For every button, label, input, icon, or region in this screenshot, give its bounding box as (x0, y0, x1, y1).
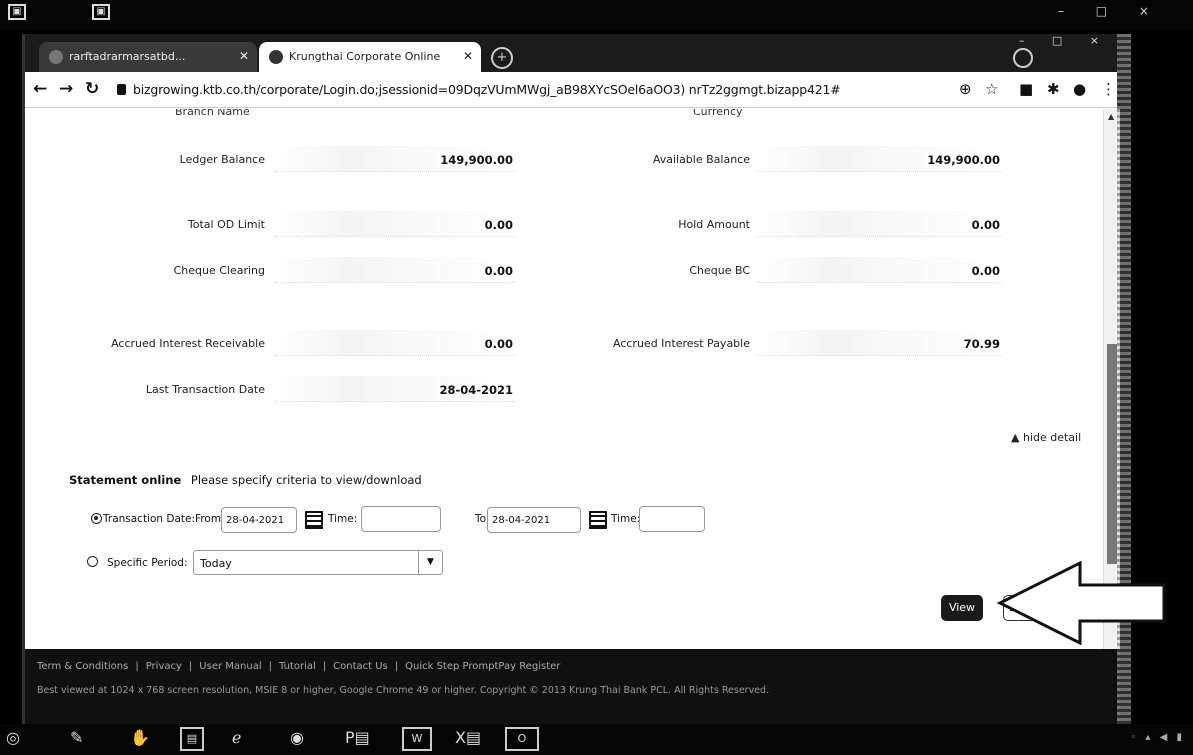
to-date-input[interactable]: 28-04-2021 (487, 507, 581, 533)
statement-header: Statement online Please specify criteria… (69, 473, 422, 487)
branch-name-label: Branch Name (175, 109, 250, 118)
lock-icon (117, 84, 126, 95)
extension-icon[interactable]: ■ (1019, 80, 1033, 98)
specific-period-radio[interactable] (87, 556, 98, 567)
scrollbar-thumb[interactable] (1107, 344, 1117, 564)
view-button[interactable]: View (941, 595, 983, 621)
zoom-icon[interactable]: ⊕ (959, 80, 972, 98)
scroll-up-icon[interactable]: ▲ (1108, 112, 1114, 121)
statement-title: Statement online (69, 473, 182, 487)
taskbar-app-icon[interactable]: ✎ (70, 728, 83, 747)
to-time-label: Time: (611, 513, 641, 525)
hold-amount-value: 0.00 (971, 218, 1000, 232)
outer-titlebar: ▣ ▣ – □ × (0, 0, 1193, 30)
tab-strip: rarftadrarmarsatbd... ✕ Krungthai Corpor… (25, 34, 1117, 72)
tab-favicon-icon (49, 50, 63, 64)
from-date-input[interactable]: 28-04-2021 (221, 507, 297, 533)
taskbar-files-icon[interactable]: ▤ (180, 727, 204, 751)
accrued-interest-payable-value: 70.99 (963, 337, 1000, 351)
browser-window: rarftadrarmarsatbd... ✕ Krungthai Corpor… (22, 34, 1120, 724)
hide-detail-link[interactable]: ▲ hide detail (1011, 431, 1081, 444)
profile-icon[interactable] (1013, 48, 1033, 68)
menu-icon[interactable]: ⋮ (1101, 80, 1116, 98)
from-time-input[interactable] (361, 506, 441, 532)
total-od-limit-label: Total OD Limit (187, 218, 265, 231)
accrued-interest-payable-label: Accrued Interest Payable (613, 337, 750, 350)
cheque-clearing-value: 0.00 (484, 264, 513, 278)
to-label: To (475, 513, 487, 525)
last-transaction-date-label: Last Transaction Date (145, 383, 265, 396)
footer-link-contact[interactable]: Contact Us (333, 661, 388, 672)
caret-up-icon: ▲ (1011, 431, 1023, 444)
browser-window-controls[interactable]: – □ × (1019, 34, 1111, 47)
ledger-balance-value: 149,900.00 (440, 153, 513, 167)
close-tab-icon[interactable]: ✕ (463, 49, 473, 63)
total-od-limit-value: 0.00 (484, 218, 513, 232)
forward-icon[interactable]: → (59, 79, 73, 99)
outer-window-controls[interactable]: – □ × (1058, 4, 1163, 18)
start-icon[interactable]: ◎ (6, 728, 20, 747)
app-icon[interactable]: ▣ (8, 4, 26, 20)
period-select[interactable]: Today ▼ (193, 550, 443, 575)
footer-copyright: Best viewed at 1024 x 768 screen resolut… (37, 685, 770, 696)
specific-period-label: Specific Period: (107, 557, 188, 569)
hold-amount-label: Hold Amount (678, 218, 750, 231)
reload-icon[interactable]: ↻ (85, 79, 99, 99)
new-tab-icon[interactable]: + (491, 47, 513, 69)
statement-hint: Please specify criteria to view/download (190, 473, 422, 487)
from-calendar-icon[interactable] (305, 511, 323, 529)
tab-label: rarftadrarmarsatbd... (69, 50, 186, 63)
ledger-balance-label: Ledger Balance (179, 153, 265, 166)
accrued-interest-receivable-value: 0.00 (484, 337, 513, 351)
to-time-input[interactable] (639, 506, 705, 532)
taskbar-outlook-icon[interactable]: O (505, 727, 539, 751)
annotation-arrow-icon (996, 560, 1166, 645)
transaction-date-label: Transaction Date:From (103, 513, 222, 525)
taskbar-excel-icon[interactable]: X▤ (455, 728, 481, 747)
cheque-bc-label: Cheque BC (689, 264, 750, 277)
screen: ▣ ▣ – □ × rarftadrarmarsatbd... ✕ Krungt… (0, 0, 1193, 755)
account-icon[interactable]: ● (1073, 80, 1086, 98)
address-bar: ← → ↻ bizgrowing.ktb.co.th/corporate/Log… (25, 72, 1117, 108)
dropdown-arrow-icon[interactable]: ▼ (418, 551, 442, 574)
bookmark-star-icon[interactable]: ☆ (985, 80, 998, 98)
available-balance-value: 149,900.00 (927, 153, 1000, 167)
accrued-interest-receivable-label: Accrued Interest Receivable (111, 337, 265, 350)
footer-links: Term & Conditions | Privacy | User Manual | Tu… (37, 661, 561, 672)
cheque-bc-value: 0.00 (971, 264, 1000, 278)
tab-label: Krungthai Corporate Online (289, 50, 441, 63)
taskbar: ◎ ✎ ✋ ▤ ℯ ◉ P▤ W X▤ O ◦ ▴ ◀ ▮ (0, 724, 1193, 755)
taskbar-chrome-icon[interactable]: ◉ (290, 728, 304, 747)
last-transaction-date-value: 28-04-2021 (439, 383, 513, 397)
tab-krungthai-corporate[interactable]: Krungthai Corporate Online ✕ (259, 42, 481, 72)
close-tab-icon[interactable]: ✕ (239, 49, 249, 63)
page-content: Branch Name Currency Ledger Balance 149,… (25, 109, 1103, 649)
period-select-value: Today (200, 557, 232, 570)
hide-detail-label: hide detail (1022, 431, 1082, 444)
taskbar-edge-icon[interactable]: ℯ (232, 728, 241, 747)
back-icon[interactable]: ← (33, 79, 47, 99)
footer-link-promptpay[interactable]: Quick Step PromptPay Register (405, 661, 560, 672)
taskbar-app-icon[interactable]: ✋ (130, 728, 150, 747)
from-time-label: Time: (328, 513, 358, 525)
footer-link-user-manual[interactable]: User Manual (199, 661, 261, 672)
available-balance-label: Available Balance (652, 153, 750, 166)
cheque-clearing-label: Cheque Clearing (173, 264, 265, 277)
window-icon[interactable]: ▣ (92, 4, 110, 20)
taskbar-word-icon[interactable]: W (402, 727, 432, 751)
footer-link-privacy[interactable]: Privacy (146, 661, 182, 672)
page-footer: Term & Conditions | Privacy | User Manual | Tu… (25, 649, 1120, 724)
taskbar-powerpoint-icon[interactable]: P▤ (345, 728, 370, 747)
tab-thai-site[interactable]: rarftadrarmarsatbd... ✕ (39, 42, 257, 72)
tab-favicon-icon (269, 50, 283, 64)
url-field[interactable]: bizgrowing.ktb.co.th/corporate/Login.do;… (133, 82, 841, 97)
system-tray[interactable]: ◦ ▴ ◀ ▮ (1130, 732, 1185, 743)
transaction-date-radio[interactable] (91, 513, 102, 524)
currency-label: Currency (693, 109, 743, 118)
footer-link-tutorial[interactable]: Tutorial (279, 661, 316, 672)
puzzle-icon[interactable]: ✱ (1047, 80, 1060, 98)
footer-link-terms[interactable]: Term & Conditions (37, 661, 128, 672)
to-calendar-icon[interactable] (589, 511, 607, 529)
